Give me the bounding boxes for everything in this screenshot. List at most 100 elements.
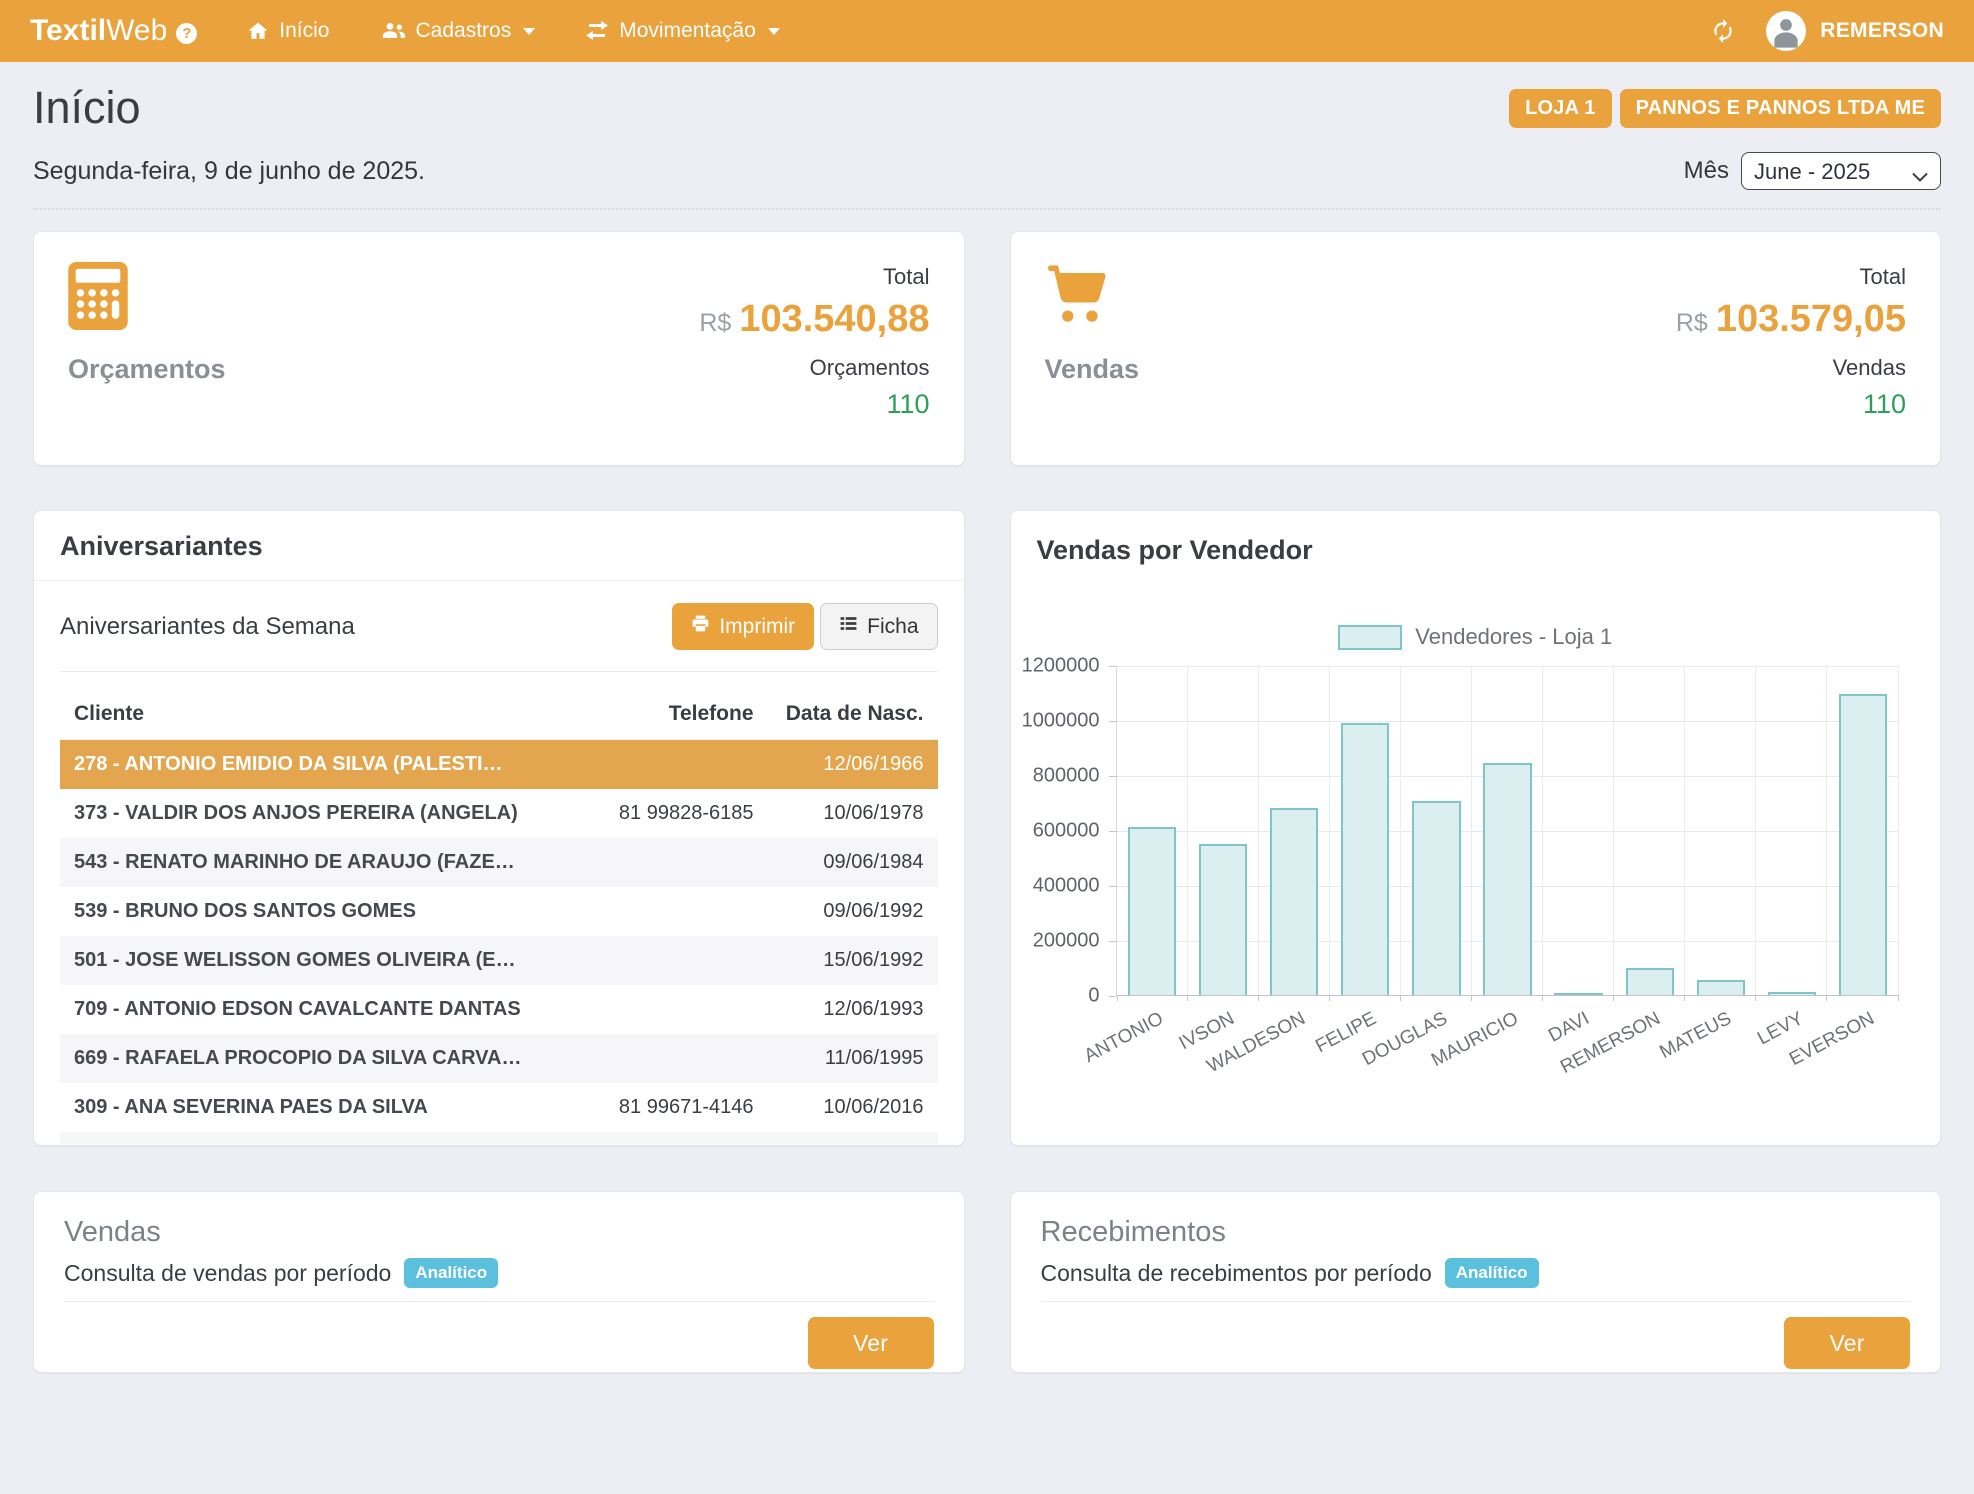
nav-item-movimentacao[interactable]: Movimentação	[585, 19, 780, 43]
sales-chart-card: Vendas por Vendedor Vendedores - Loja 1 …	[1010, 510, 1942, 1146]
ver-button[interactable]: Ver	[1784, 1317, 1910, 1369]
currency-symbol: R$	[1676, 309, 1708, 337]
print-button[interactable]: Imprimir	[672, 603, 814, 650]
table-row[interactable]: 309 - ANA SEVERINA PAES DA SILVA81 99671…	[60, 1083, 938, 1132]
gridline	[1542, 666, 1543, 995]
total-value: 103.540,88	[739, 298, 929, 340]
month-select[interactable]: June - 2025	[1741, 152, 1941, 190]
gridline	[1117, 721, 1899, 722]
exchange-icon	[585, 20, 609, 42]
card-title: Recebimentos	[1041, 1216, 1911, 1249]
nav-item-cadastros[interactable]: Cadastros	[380, 19, 536, 43]
y-tick-label: 800000	[1033, 765, 1100, 788]
help-icon[interactable]: ?	[176, 23, 197, 44]
gridline	[1400, 666, 1401, 995]
refresh-icon[interactable]	[1710, 18, 1736, 44]
brand-logo[interactable]: TextilWeb	[30, 14, 167, 48]
y-tick-mark	[1109, 721, 1116, 722]
nav-item-label: Início	[279, 19, 329, 43]
chart-bar-felipe[interactable]	[1341, 723, 1389, 995]
summary-card-orcamentos: Orçamentos Total R$103.540,88 Orçamentos…	[33, 231, 965, 466]
summary-card-vendas: Vendas Total R$103.579,05 Vendas 110	[1010, 231, 1942, 466]
table-row[interactable]: 373 - VALDIR DOS ANJOS PEREIRA (ANGELA)8…	[60, 789, 938, 838]
chart-bar-waldeson[interactable]	[1270, 808, 1318, 995]
gridline	[1898, 666, 1899, 995]
phone-cell: 81 99828-6185	[544, 802, 754, 825]
table-row[interactable]: 539 - BRUNO DOS SANTOS GOMES09/06/1992	[60, 887, 938, 936]
table-row[interactable]: 543 - RENATO MARINHO DE ARAUJO (FAZE…09/…	[60, 838, 938, 887]
legend-swatch[interactable]	[1338, 625, 1402, 650]
client-cell: 709 - ANTONIO EDSON CAVALCANTE DANTAS	[74, 998, 544, 1021]
currency-symbol: R$	[699, 309, 731, 337]
client-cell: 501 - JOSE WELISSON GOMES OLIVEIRA (E…	[74, 949, 544, 972]
card-subtitle: Consulta de vendas por período	[64, 1260, 391, 1287]
brand-light: Web	[106, 14, 167, 48]
client-cell: 373 - VALDIR DOS ANJOS PEREIRA (ANGELA)	[74, 802, 544, 825]
chart-bar-mateus[interactable]	[1697, 980, 1745, 995]
total-label: Total	[699, 264, 929, 290]
nav-item-label: Cadastros	[416, 19, 512, 43]
chart-bar-davi[interactable]	[1554, 993, 1602, 995]
analitico-badge: Analítico	[404, 1258, 498, 1288]
chart-bar-levy[interactable]	[1768, 992, 1816, 995]
user-menu[interactable]: REMERSON	[1766, 11, 1944, 51]
nav-item-inicio[interactable]: Início	[247, 19, 329, 43]
count-value: 110	[699, 389, 929, 420]
table-row[interactable]: 669 - RAFAELA PROCOPIO DA SILVA CARVA…11…	[60, 1034, 938, 1083]
top-navbar: TextilWeb ? Início Cadastros Movimentaçã…	[0, 0, 1974, 62]
cart-icon	[1045, 262, 1140, 330]
birthdays-subtitle: Aniversariantes da Semana	[60, 613, 355, 641]
home-icon	[247, 20, 269, 42]
chart-title: Vendas por Vendedor	[1011, 511, 1941, 566]
ficha-button[interactable]: Ficha	[820, 603, 937, 650]
birthdays-rows: 278 - ANTONIO EMIDIO DA SILVA (PALESTI… 1…	[60, 740, 938, 1144]
recebimentos-report-card: Recebimentos Consulta de recebimentos po…	[1010, 1191, 1942, 1373]
chart-x-axis: ANTONIOIVSONWALDESONFELIPEDOUGLASMAURICI…	[1116, 996, 1899, 1086]
divider	[64, 1301, 934, 1302]
legend-label: Vendedores - Loja 1	[1415, 624, 1612, 650]
chevron-down-icon	[523, 28, 535, 35]
analitico-badge: Analítico	[1445, 1258, 1539, 1288]
users-icon	[380, 20, 406, 42]
current-date: Segunda-feira, 9 de junho de 2025.	[33, 157, 425, 186]
page-title: Início	[33, 82, 141, 134]
store-button[interactable]: LOJA 1	[1509, 89, 1611, 128]
client-cell: 278 - ANTONIO EMIDIO DA SILVA (PALESTI…	[74, 753, 544, 776]
client-cell: 539 - BRUNO DOS SANTOS GOMES	[74, 900, 544, 923]
birthdate-cell: 10/06/2016	[754, 1096, 924, 1119]
gridline	[1187, 666, 1188, 995]
card-title: Vendas	[64, 1216, 934, 1249]
table-row[interactable]: 709 - ANTONIO EDSON CAVALCANTE DANTAS12/…	[60, 985, 938, 1034]
printer-icon	[691, 614, 710, 639]
y-tick-label: 400000	[1033, 875, 1100, 898]
chart-y-axis: 020000040000060000080000010000001200000	[1011, 666, 1116, 996]
y-tick-label: 200000	[1033, 930, 1100, 953]
divider	[60, 671, 938, 672]
table-row[interactable]: 278 - ANTONIO EMIDIO DA SILVA (PALESTI… 1…	[60, 740, 938, 789]
count-label: Vendas	[1676, 355, 1906, 381]
y-tick-label: 0	[1088, 985, 1099, 1008]
x-tick-label: ANTONIO	[1081, 1008, 1167, 1068]
table-row[interactable]	[60, 1132, 938, 1144]
y-tick-label: 1000000	[1022, 710, 1100, 733]
gridline	[1117, 666, 1899, 667]
chart-bar-mauricio[interactable]	[1483, 763, 1531, 995]
birthdate-cell: 12/06/1966	[754, 753, 924, 776]
chevron-down-icon	[768, 28, 780, 35]
gridline	[1471, 666, 1472, 995]
chart-bar-antonio[interactable]	[1128, 827, 1176, 995]
chart-bar-remerson[interactable]	[1626, 968, 1674, 996]
chart-bar-ivson[interactable]	[1199, 844, 1247, 995]
birthdays-card: Aniversariantes Aniversariantes da Seman…	[33, 510, 965, 1146]
y-tick-mark	[1109, 886, 1116, 887]
birthdays-card-title: Aniversariantes	[34, 511, 964, 581]
company-button[interactable]: PANNOS E PANNOS LTDA ME	[1620, 89, 1941, 128]
table-row[interactable]: 501 - JOSE WELISSON GOMES OLIVEIRA (E…15…	[60, 936, 938, 985]
ver-button[interactable]: Ver	[808, 1317, 934, 1369]
gridline	[1755, 666, 1756, 995]
chart-bar-douglas[interactable]	[1412, 801, 1460, 995]
gridline	[1684, 666, 1685, 995]
chart-bar-everson[interactable]	[1839, 694, 1887, 995]
birthdays-table: Cliente Telefone Data de Nasc. 278 - ANT…	[60, 692, 938, 1144]
chart-plot-area	[1116, 666, 1899, 996]
